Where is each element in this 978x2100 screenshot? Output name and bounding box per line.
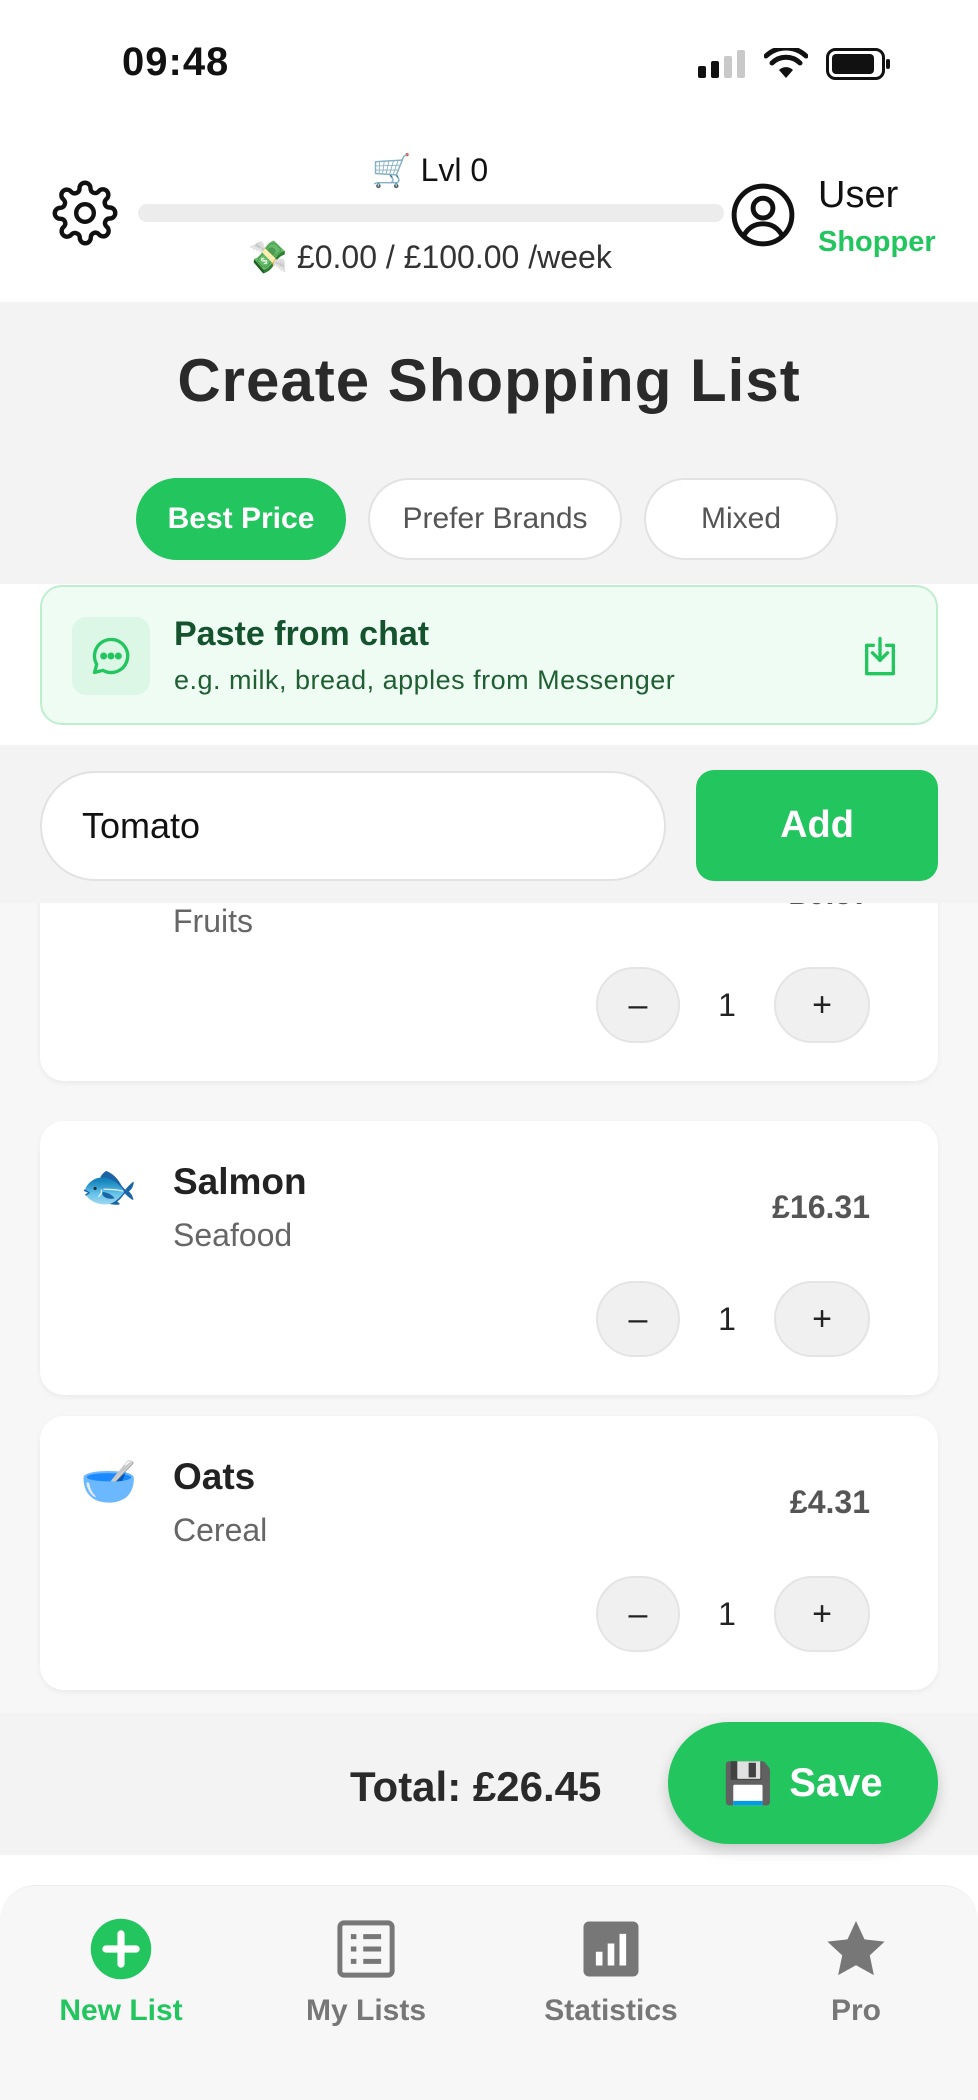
item-price: £16.31 [772, 1189, 870, 1225]
item-category: Seafood [173, 1217, 293, 1253]
fish-icon: 🐟 [80, 1159, 138, 1213]
item-price: £0.57 [790, 903, 870, 912]
increase-quantity-button[interactable]: + [774, 1576, 870, 1652]
cart-icon: 🛒 [371, 152, 412, 189]
star-icon [827, 1920, 885, 1976]
list-icon [337, 1920, 395, 1978]
add-item-row: Add [0, 745, 978, 903]
bar-chart-icon [583, 1921, 639, 1977]
title-section: Create Shopping List Best Price Prefer B… [0, 302, 978, 584]
paste-title: Paste from chat [174, 615, 430, 653]
status-icons [698, 48, 892, 80]
chat-bubble-icon [92, 637, 130, 675]
bowl-icon: 🥣 [80, 1454, 138, 1508]
app-header: 🛒 Lvl 0 💸 £0.00 / £100.00 /week User Sho… [0, 130, 978, 302]
nav-item-my-lists[interactable]: My Lists [266, 1916, 466, 2028]
add-button[interactable]: Add [696, 770, 938, 881]
shopping-list[interactable]: 🍌 Fruits £0.57 – 1 + 🐟 Salmon Seafood £1… [0, 903, 978, 1713]
save-label: Save [789, 1760, 883, 1805]
page-title: Create Shopping List [177, 347, 801, 414]
item-name: Oats [173, 1456, 256, 1497]
decrease-quantity-button[interactable]: – [596, 1576, 680, 1652]
nav-label: New List [59, 1994, 183, 2027]
nav-label: My Lists [305, 1994, 427, 2027]
item-quantity: 1 [718, 986, 736, 1023]
item-category: Fruits [173, 903, 253, 939]
status-time: 09:48 [122, 40, 230, 84]
app-screen: 09:48 🛒 Lvl 0 💸 £0.00 / £100.00 /week Us… [0, 0, 978, 2100]
mode-tab-mixed[interactable]: Mixed [644, 478, 838, 560]
wifi-icon [764, 48, 808, 78]
decrease-quantity-button[interactable]: – [596, 967, 680, 1043]
save-button[interactable]: 💾 Save [668, 1722, 938, 1844]
item-name: Salmon [173, 1161, 307, 1202]
list-item: 🐟 Salmon Seafood £16.31 – 1 + [40, 1121, 938, 1395]
item-price: £4.31 [789, 1484, 870, 1520]
mode-tab-best-price[interactable]: Best Price [136, 478, 346, 560]
download-icon[interactable] [860, 635, 900, 679]
floppy-disk-icon: 💾 [723, 1761, 774, 1806]
level-progress-bar [138, 204, 724, 222]
increase-quantity-button[interactable]: + [774, 1281, 870, 1357]
cellular-signal-icon [698, 50, 745, 78]
plus-circle-icon [90, 1918, 152, 1980]
user-avatar-icon[interactable] [730, 182, 796, 248]
nav-item-pro[interactable]: Pro [756, 1916, 956, 2028]
total-amount: Total: £26.45 [350, 1763, 602, 1810]
nav-label: Statistics [544, 1994, 678, 2027]
paste-from-chat-card[interactable]: Paste from chat e.g. milk, bread, apples… [40, 585, 938, 725]
nav-item-new-list[interactable]: New List [21, 1916, 221, 2028]
item-quantity: 1 [718, 1595, 736, 1632]
level-label: Lvl 0 [420, 152, 489, 189]
paste-subtitle: e.g. milk, bread, apples from Messenger [174, 665, 676, 695]
nav-label: Pro [830, 1994, 881, 2027]
decrease-quantity-button[interactable]: – [596, 1281, 680, 1357]
item-quantity: 1 [718, 1300, 736, 1337]
paste-icon-box [72, 617, 150, 695]
list-item: 🍌 Fruits £0.57 – 1 + [40, 903, 938, 1081]
gear-icon[interactable] [52, 180, 118, 246]
status-bar: 09:48 [0, 0, 978, 130]
mode-tabs: Best Price Prefer Brands Mixed [136, 478, 838, 560]
nav-item-statistics[interactable]: Statistics [511, 1916, 711, 2028]
user-name[interactable]: User [818, 174, 898, 217]
user-role: Shopper [818, 226, 936, 258]
item-category: Cereal [173, 1512, 268, 1548]
budget-text: £0.00 / £100.00 /week [296, 239, 612, 275]
item-input[interactable] [40, 771, 666, 881]
money-icon: 💸 [248, 239, 289, 275]
list-item: 🥣 Oats Cereal £4.31 – 1 + [40, 1416, 938, 1690]
battery-icon [826, 48, 890, 80]
bottom-navigation: New List My Lists Statistics Pro [0, 1885, 978, 2100]
mode-tab-prefer-brands[interactable]: Prefer Brands [368, 478, 622, 560]
increase-quantity-button[interactable]: + [774, 967, 870, 1043]
